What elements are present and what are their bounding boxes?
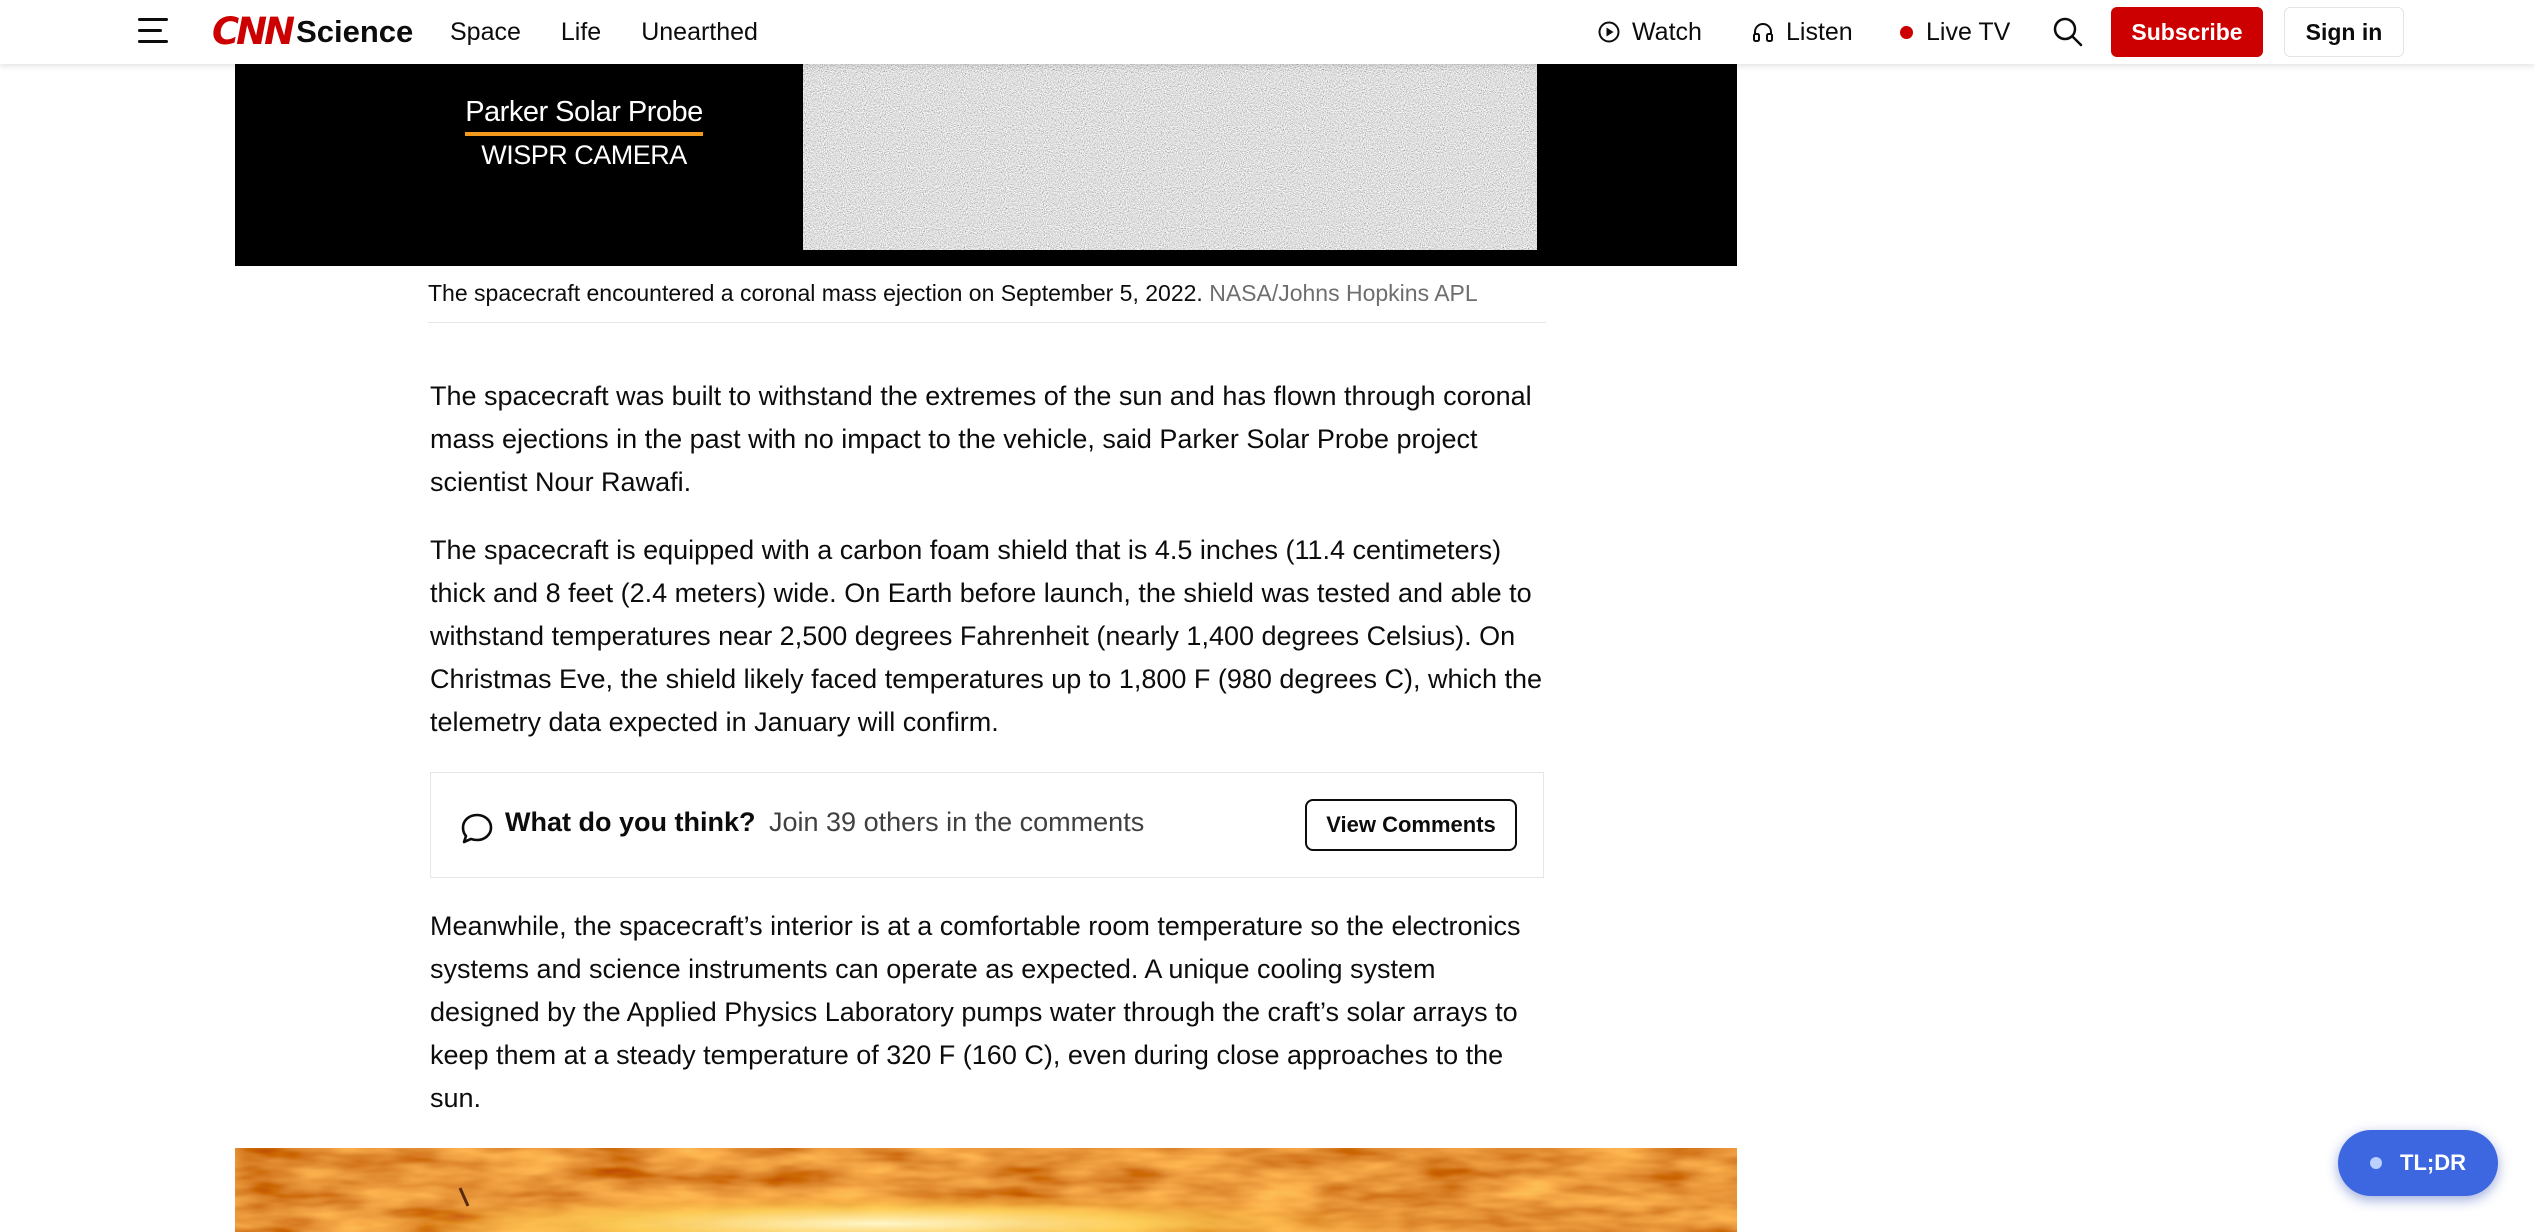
overlay-subtitle: WISPR CAMERA [481, 140, 687, 170]
play-circle-icon [1598, 21, 1620, 43]
search-button[interactable] [2052, 0, 2096, 64]
search-icon [2053, 17, 2083, 47]
hamburger-menu-icon[interactable] [138, 16, 170, 46]
tldr-label: TL;DR [2400, 1150, 2466, 1175]
image-overlay-label: Parker Solar Probe WISPR CAMERA [465, 96, 703, 171]
live-indicator-dot [1900, 25, 1913, 39]
speech-bubble-icon [461, 813, 493, 844]
watch-link[interactable]: Watch [1598, 0, 1702, 64]
nav-link-unearthed[interactable]: Unearthed [641, 18, 758, 47]
view-comments-button[interactable]: View Comments [1305, 799, 1517, 851]
tldr-button[interactable]: TL;DR [2338, 1130, 2498, 1196]
listen-link[interactable]: Listen [1752, 0, 1853, 64]
article-paragraph: Meanwhile, the spacecraft’s interior is … [430, 911, 1521, 1113]
image-caption: The spacecraft encountered a coronal mas… [428, 276, 1546, 323]
image-credit: NASA/Johns Hopkins APL [1209, 280, 1478, 306]
comments-count-text: Join 39 others in the comments [769, 807, 1145, 837]
section-name: Science [296, 14, 414, 49]
watch-label: Watch [1632, 17, 1702, 46]
tldr-indicator-dot [2370, 1157, 2382, 1169]
top-navigation-bar: CNN Science Space Life Unearthed Watch L… [0, 0, 2535, 64]
overlay-title: Parker Solar Probe [465, 96, 703, 128]
caption-text: The spacecraft encountered a coronal mas… [428, 280, 1203, 306]
cnn-logo: CNN [212, 10, 295, 53]
sign-in-button[interactable]: Sign in [2284, 7, 2404, 57]
section-nav: Space Life Unearthed [450, 0, 758, 64]
article-paragraph: The spacecraft was built to withstand th… [430, 381, 1532, 497]
live-tv-label: Live TV [1926, 17, 2011, 46]
sun-surface-image [235, 1148, 1737, 1232]
comments-prompt: What do you think? Join 39 others in the… [430, 772, 1544, 878]
nav-link-space[interactable]: Space [450, 18, 521, 47]
live-tv-link[interactable]: Live TV [1900, 0, 2010, 64]
headphones-icon [1753, 23, 1773, 42]
subscribe-button[interactable]: Subscribe [2111, 7, 2263, 57]
nav-link-life[interactable]: Life [561, 18, 601, 47]
sun-texture [235, 1148, 1737, 1232]
listen-label: Listen [1786, 17, 1853, 46]
comments-question: What do you think? [505, 807, 756, 837]
overlay-divider [465, 132, 703, 136]
article-paragraph: The spacecraft is equipped with a carbon… [430, 535, 1543, 737]
cnn-science-logo[interactable]: CNN Science [212, 10, 413, 54]
